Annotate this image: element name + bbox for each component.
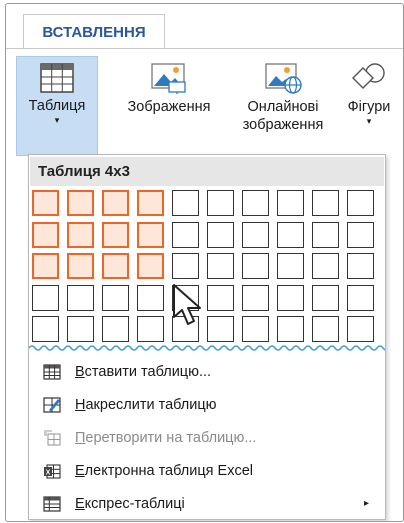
draw-table-icon — [43, 396, 61, 413]
table-grid-cell[interactable] — [32, 221, 59, 248]
table-grid-cell[interactable] — [207, 253, 234, 279]
table-grid-cell[interactable] — [347, 221, 374, 248]
pictures-button[interactable]: Зображення — [110, 56, 228, 154]
table-grid-cell[interactable] — [312, 190, 339, 216]
menu-item-draw-table[interactable]: Накреслити таблицю — [29, 388, 385, 421]
table-grid-cell[interactable] — [102, 190, 129, 216]
table-grid-cell[interactable] — [67, 284, 94, 311]
window-frame: ВСТАВЛЕННЯ Таблиця ▾ Зображення Онлайнов… — [5, 3, 404, 522]
table-grid-cell[interactable] — [277, 316, 304, 342]
table-grid-cell[interactable] — [137, 316, 164, 342]
menu-item-insert-table[interactable]: Вставити таблицю... — [29, 355, 385, 388]
table-grid-cell[interactable] — [207, 284, 234, 311]
table-grid-cell[interactable] — [67, 253, 94, 279]
menu-item-label: Перетворити на таблицю... — [75, 429, 257, 446]
menu-item-label: Електронна таблиця Excel — [75, 462, 253, 479]
shapes-button-label: Фігури — [347, 99, 391, 115]
table-grid-cell[interactable] — [32, 316, 59, 342]
table-grid-cell[interactable] — [347, 190, 374, 216]
excel-spreadsheet-icon: X — [44, 463, 61, 479]
menu-item-label: Вставити таблицю... — [75, 363, 212, 380]
online-picture-icon — [265, 63, 302, 94]
ribbon-divider — [6, 48, 403, 49]
picture-icon — [151, 63, 186, 94]
convert-text-to-table-icon — [44, 430, 61, 446]
section-break-line — [29, 345, 385, 351]
menu-item-label: Накреслити таблицю — [75, 396, 217, 413]
menu-item-label: Експрес-таблиці — [75, 495, 185, 512]
table-grid-cell[interactable] — [102, 221, 129, 248]
table-grid-cell[interactable] — [277, 253, 304, 279]
svg-text:X: X — [46, 469, 51, 476]
chevron-down-icon: ▾ — [366, 116, 372, 126]
table-grid-cell[interactable] — [312, 221, 339, 248]
online-pictures-label-line1: Онлайнові — [247, 99, 319, 115]
table-grid-cell[interactable] — [102, 316, 129, 342]
table-grid-cell[interactable] — [242, 190, 269, 216]
shapes-button[interactable]: Фігури ▾ — [338, 56, 400, 154]
table-button-label: Таблиця — [28, 98, 86, 114]
table-icon — [40, 63, 74, 93]
table-grid-cell[interactable] — [67, 316, 94, 342]
table-grid-cell[interactable] — [312, 253, 339, 279]
table-grid-cell[interactable] — [137, 190, 164, 216]
insert-table-dropdown: Таблиця 4x3 Вставити таблицю... Накресли… — [28, 154, 386, 520]
table-grid-cell[interactable] — [242, 253, 269, 279]
table-grid-cell[interactable] — [312, 316, 339, 342]
table-grid-cell[interactable] — [347, 284, 374, 311]
shapes-icon — [352, 63, 385, 89]
table-grid-cell[interactable] — [207, 316, 234, 342]
online-pictures-label-line2: зображення — [242, 117, 324, 133]
table-grid-cell[interactable] — [242, 284, 269, 311]
table-grid-cell[interactable] — [242, 221, 269, 248]
tab-insert[interactable]: ВСТАВЛЕННЯ — [23, 14, 165, 49]
table-grid-cell[interactable] — [137, 253, 164, 279]
online-pictures-button[interactable]: Онлайнові зображення — [230, 56, 336, 154]
table-grid-cell[interactable] — [102, 253, 129, 279]
table-grid-cell[interactable] — [172, 221, 199, 248]
table-grid-cell[interactable] — [277, 221, 304, 248]
table-grid-cell[interactable] — [172, 253, 199, 279]
table-grid-cell[interactable] — [32, 284, 59, 311]
table-grid-cell[interactable] — [102, 284, 129, 311]
quick-tables-icon — [43, 495, 61, 512]
menu-item-convert-to-table[interactable]: Перетворити на таблицю... — [29, 421, 385, 454]
table-menu: Вставити таблицю... Накреслити таблицю П… — [29, 355, 385, 520]
table-grid-cell[interactable] — [207, 190, 234, 216]
table-grid-cell[interactable] — [277, 190, 304, 216]
table-grid-cell[interactable] — [277, 284, 304, 311]
table-grid-cell[interactable] — [312, 284, 339, 311]
table-grid-cell[interactable] — [347, 253, 374, 279]
menu-item-excel-spreadsheet[interactable]: X Електронна таблиця Excel — [29, 454, 385, 487]
table-grid-cell[interactable] — [32, 253, 59, 279]
chevron-down-icon: ▾ — [54, 115, 60, 125]
table-grid-cell[interactable] — [137, 284, 164, 311]
table-grid-cell[interactable] — [207, 221, 234, 248]
table-grid-cell[interactable] — [242, 316, 269, 342]
submenu-arrow-icon: ▸ — [363, 498, 369, 509]
table-button[interactable]: Таблиця ▾ — [16, 56, 98, 156]
mouse-pointer-icon — [173, 284, 201, 325]
table-grid-cell[interactable] — [172, 190, 199, 216]
menu-item-quick-tables[interactable]: Експрес-таблиці ▸ — [29, 487, 385, 520]
table-grid-cell[interactable] — [67, 190, 94, 216]
pictures-button-label: Зображення — [127, 99, 211, 115]
table-size-header: Таблиця 4x3 — [30, 157, 384, 186]
table-grid-cell[interactable] — [137, 221, 164, 248]
insert-table-icon — [43, 363, 61, 380]
table-grid-cell[interactable] — [347, 316, 374, 342]
table-grid-cell[interactable] — [67, 221, 94, 248]
table-grid-cell[interactable] — [32, 190, 59, 216]
